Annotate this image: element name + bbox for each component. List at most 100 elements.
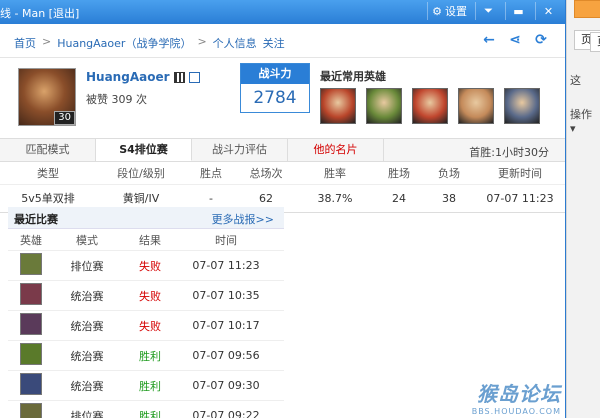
match-mode: 统治赛 [70,289,104,303]
nav-bar: 首页 > HuangAaoer（战争学院） > 个人信息 关注 ← ⋖ ⟳ [0,24,565,58]
hero-icon [20,343,42,365]
column-header: 段位/级别 [117,166,165,180]
background-text-1: 这 [570,74,581,87]
match-time: 07-07 09:30 [192,379,260,392]
back-arrow-icon[interactable]: ← [481,32,497,48]
background-tab-2: 页 [590,32,600,52]
match-time: 07-07 09:22 [192,409,260,418]
profile-window: 线 - Man [退出] ⚙ 设置 ⏷ ▬ ✕ 首页 > HuangAaoer（… [0,0,566,418]
likes-count: 被赞 309 次 [86,93,147,106]
match-hero-cell [8,283,56,308]
column-header: 胜率 [324,166,346,180]
match-result: 失败 [139,319,161,333]
match-hero-cell [8,403,56,418]
column-header: 类型 [37,166,59,180]
qr-code-icon[interactable] [173,71,185,83]
match-row[interactable]: 排位赛 胜利 07-07 09:22 [8,401,284,418]
table-cell: 24 [374,183,424,213]
breadcrumb-separator: > [42,35,52,48]
minimize-button[interactable]: ▬ [505,2,531,20]
recent-matches-header: 最近比赛 更多战报>> [8,207,284,229]
frequent-heroes [320,88,540,124]
tab-ranked[interactable]: S4排位赛 [96,139,192,161]
recent-rows: 排位赛 失败 07-07 11:23 统治赛 失败 07-07 10:35 统治赛 失败 07-… [8,251,284,418]
match-mode: 排位赛 [70,259,104,273]
column-header: 胜点 [200,166,222,180]
background-button [574,0,600,18]
match-time: 07-07 11:23 [192,259,260,272]
match-row[interactable]: 统治赛 失败 07-07 10:17 [8,311,284,341]
hero-icon [20,253,42,275]
match-result: 失败 [139,259,161,273]
match-row[interactable]: 统治赛 胜利 07-07 09:30 [8,371,284,401]
recent-matches: 最近比赛 更多战报>> 英雄 模式 结果 时间 排位赛 失败 07-07 11:23… [8,207,284,418]
hero-portrait[interactable] [366,88,402,124]
column-header: 英雄 [20,233,42,247]
follow-button[interactable]: 关注 [263,35,285,51]
hero-icon [20,403,42,418]
match-row[interactable]: 统治赛 胜利 07-07 09:56 [8,341,284,371]
window-controls: ⚙ 设置 ⏷ ▬ ✕ [427,2,561,20]
menu-icon: ⏷ [484,4,493,17]
profile-header: 30 HuangAaoer 被赞 309 次 战斗力 2784 最近常用英雄 [0,58,565,138]
table-cell: 38 [424,183,474,213]
match-result: 胜利 [139,409,161,418]
gear-icon: ⚙ [432,4,442,18]
player-name[interactable]: HuangAaoer [86,70,170,84]
match-hero-cell [8,343,56,368]
ranked-stats-table: 类型 段位/级别 胜点 总场次 胜率 胜场 负场 更新时间 5v5单双排 黄铜/… [0,162,565,213]
match-mode: 统治赛 [70,319,104,333]
close-icon: ✕ [543,4,554,18]
settings-button[interactable]: ⚙ 设置 [427,2,471,20]
watermark-title: 猴岛论坛 [477,382,561,406]
breadcrumb: 首页 > HuangAaoer（战争学院） > 个人信息 关注 [14,35,285,51]
menu-button[interactable]: ⏷ [475,2,501,20]
match-row[interactable]: 排位赛 失败 07-07 11:23 [8,251,284,281]
hero-portrait[interactable] [458,88,494,124]
recent-columns: 英雄 模式 结果 时间 [8,229,284,251]
first-win-timer: 首胜:1小时30分 [469,146,549,159]
power-value: 2784 [253,88,297,108]
column-header: 胜场 [388,166,410,180]
tab-card[interactable]: 他的名片 [288,139,384,161]
watermark: 猴岛论坛 BBS.HOUDAO.COM [472,378,561,416]
table-header-row: 类型 段位/级别 胜点 总场次 胜率 胜场 负场 更新时间 [0,162,565,184]
background-panel [566,0,600,418]
breadcrumb-home[interactable]: 首页 [14,35,36,51]
tab-match-mode[interactable]: 匹配模式 [0,139,96,161]
recent-matches-title: 最近比赛 [14,213,58,226]
title-bar: 线 - Man [退出] ⚙ 设置 ⏷ ▬ ✕ [0,0,565,24]
hero-icon [20,373,42,395]
player-name-row: HuangAaoer [86,70,200,84]
table-cell: 38.7% [296,183,374,213]
column-header: 负场 [438,166,460,180]
hero-portrait[interactable] [412,88,448,124]
breadcrumb-player[interactable]: HuangAaoer（战争学院） [57,35,191,51]
more-reports-link[interactable]: 更多战报>> [212,211,274,227]
hero-icon [20,313,42,335]
column-header: 总场次 [249,166,283,180]
match-row[interactable]: 统治赛 失败 07-07 10:35 [8,281,284,311]
card-icon[interactable] [188,71,200,83]
match-hero-cell [8,253,56,278]
hero-icon [20,283,42,305]
table-cell: 07-07 11:23 [474,183,565,213]
close-button[interactable]: ✕ [535,2,561,20]
power-box: 战斗力 2784 [240,63,310,113]
share-icon[interactable]: ⋖ [507,32,523,48]
match-mode: 统治赛 [70,379,104,393]
tab-bar: 匹配模式 S4排位赛 战斗力评估 他的名片 首胜:1小时30分 [0,138,565,162]
settings-label: 设置 [445,5,467,18]
hero-portrait[interactable] [504,88,540,124]
level-badge: 30 [54,111,75,125]
nav-icons: ← ⋖ ⟳ [481,32,549,48]
refresh-icon[interactable]: ⟳ [533,32,549,48]
avatar: 30 [18,68,76,126]
hero-portrait[interactable] [320,88,356,124]
match-time: 07-07 10:35 [192,289,260,302]
tab-power-eval[interactable]: 战斗力评估 [192,139,288,161]
breadcrumb-page: 个人信息 [212,37,257,50]
column-header: 模式 [76,233,98,247]
column-header: 结果 [139,233,161,247]
minimize-icon: ▬ [513,4,524,18]
